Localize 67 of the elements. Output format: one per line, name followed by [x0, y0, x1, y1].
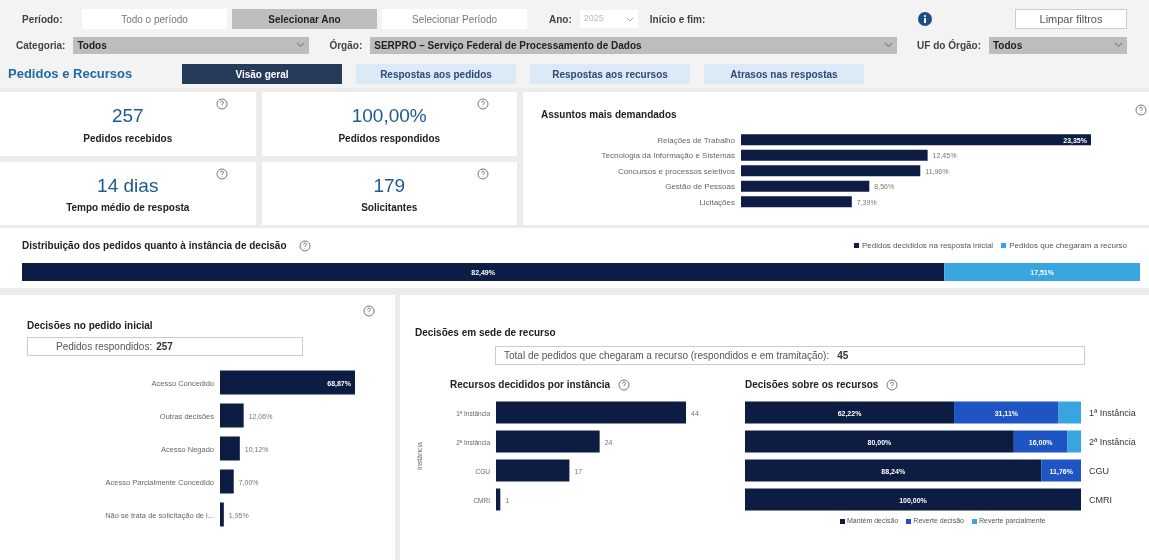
- filter-dropdown[interactable]: SERPRO – Serviço Federal de Processamento de Dados: [370, 36, 898, 54]
- category-label: Relações de Trabalho: [657, 135, 735, 145]
- help-icon[interactable]: [477, 98, 489, 110]
- help-icon[interactable]: [298, 239, 311, 252]
- bar: [220, 502, 224, 527]
- summary-value: 257: [156, 340, 173, 354]
- kpi-label: Pedidos respondidos: [338, 131, 441, 146]
- category-label: Concursos e processos seletivos: [618, 166, 735, 176]
- chart-title: Decisões sobre os recursos: [745, 378, 879, 392]
- bar: [495, 488, 500, 511]
- category-label: Gestão de Pessoas: [665, 182, 735, 192]
- help-icon[interactable]: [886, 378, 899, 391]
- kpi-value: 100,00%: [351, 104, 427, 128]
- filter-dropdown[interactable]: Todos: [73, 36, 310, 54]
- legend-label: Pedidos decididos na resposta inicial: [861, 239, 994, 252]
- category-label: Licitações: [699, 197, 735, 207]
- chart-title: Decisões em sede de recurso: [415, 326, 557, 340]
- kpi-value: 179: [373, 173, 406, 198]
- kpi-value: 14 dias: [97, 173, 159, 198]
- help-icon[interactable]: [363, 305, 375, 317]
- summary-label: Total de pedidos que chegaram a recurso (respondidos e em tramitação):: [504, 349, 830, 363]
- view-tab[interactable]: Respostas aos recursos: [530, 64, 690, 84]
- chart-title: Distribuição dos pedidos quanto à instância de decisão: [22, 239, 287, 253]
- period-toggle[interactable]: Selecionar Ano: [232, 9, 377, 29]
- chevron-down-icon: [1114, 42, 1123, 48]
- info-icon[interactable]: [918, 12, 933, 26]
- bar: [220, 469, 234, 494]
- kpi-label: Pedidos recebidos: [83, 131, 173, 146]
- help-icon[interactable]: [477, 167, 489, 180]
- bar: [220, 436, 240, 461]
- category-label: CMRI: [1089, 494, 1112, 505]
- chart-title: Recursos decididos por instância: [450, 378, 611, 392]
- help-icon[interactable]: [618, 378, 631, 391]
- filter-label: Órgão:: [329, 38, 363, 53]
- view-tab[interactable]: Visão geral: [182, 64, 342, 84]
- chevron-down-icon: [296, 42, 306, 48]
- period-toggle[interactable]: Selecionar Período: [382, 9, 527, 29]
- legend-label: Pedidos que chegaram a recurso: [1009, 239, 1127, 252]
- filter-dropdown[interactable]: Todos: [989, 36, 1127, 54]
- period-toggle[interactable]: Todo o período: [82, 9, 227, 29]
- chart-title: Decisões no pedido inicial: [27, 319, 154, 333]
- chevron-down-icon: [884, 42, 894, 48]
- help-icon[interactable]: [1135, 104, 1147, 116]
- category-label: 1ª Instância: [1089, 407, 1136, 418]
- category-label: 2ª Instância: [1089, 436, 1136, 447]
- bar-segment: [1058, 401, 1081, 424]
- chart-title: Assuntos mais demandados: [541, 108, 678, 122]
- category-label: CGU: [1089, 465, 1109, 476]
- filter-label: Início e fim:: [649, 12, 706, 27]
- chevron-down-icon: [625, 16, 634, 22]
- view-tab[interactable]: Respostas aos pedidos: [356, 64, 516, 84]
- filter-label: Categoria:: [16, 38, 66, 53]
- filter-label: Período:: [22, 12, 64, 27]
- help-icon[interactable]: [215, 167, 228, 180]
- summary-label: Pedidos respondidos:: [56, 340, 153, 354]
- kpi-label: Tempo médio de resposta: [66, 201, 190, 215]
- summary-value: 45: [837, 349, 849, 363]
- clear-filters-button[interactable]: Limpar filtros: [1015, 9, 1127, 29]
- section-title: Pedidos e Recursos: [8, 65, 134, 84]
- kpi-value: 257: [111, 104, 144, 128]
- view-tab[interactable]: Atrasos nas respostas: [704, 64, 864, 84]
- filter-label: UF do Órgão:: [917, 38, 981, 53]
- category-label: Tecnologia da Informação e Sistemas: [601, 151, 735, 161]
- kpi-label: Solicitantes: [361, 201, 418, 215]
- help-icon[interactable]: [215, 98, 228, 110]
- bar: [220, 403, 244, 428]
- filter-label: Ano:: [549, 12, 572, 27]
